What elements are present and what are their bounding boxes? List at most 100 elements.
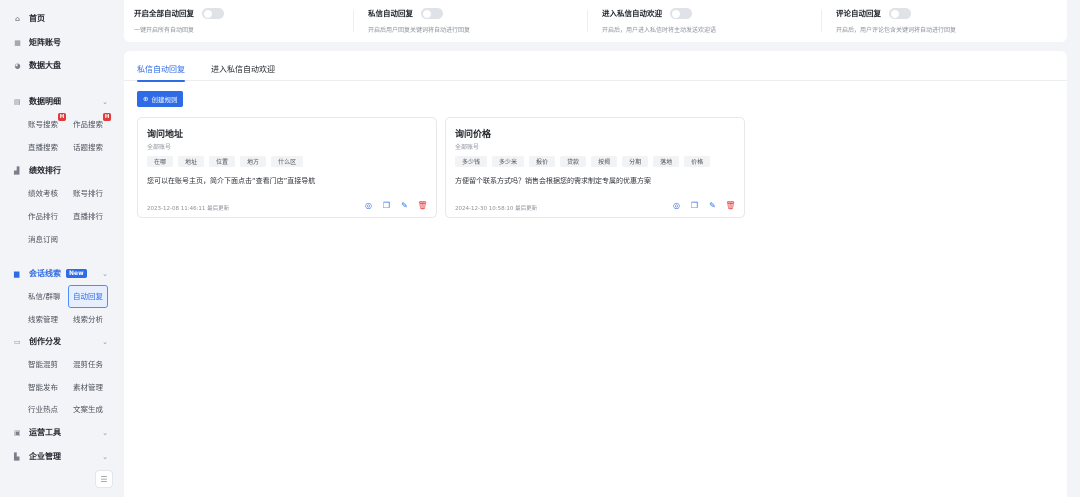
chevron-down-icon: ⌄ bbox=[102, 337, 108, 346]
divider bbox=[353, 10, 354, 32]
sidebar: ⌂ 首页 ▦ 矩阵账号 ◕ 数据大盘 ▤ 数据明细 ⌄ 账号搜索 H 作品搜索 … bbox=[0, 0, 118, 497]
view-icon[interactable]: ◎ bbox=[672, 201, 681, 210]
keyword-tag: 报价 bbox=[529, 156, 556, 167]
keyword-tag: 多少米 bbox=[492, 156, 525, 167]
edit-icon[interactable]: ✎ bbox=[708, 201, 717, 210]
sidebar-item-lead-management[interactable]: 线索管理 bbox=[28, 314, 58, 325]
chevron-down-icon: ⌄ bbox=[102, 452, 108, 461]
bar-chart-icon: ▟ bbox=[14, 166, 20, 175]
folder-icon: ▭ bbox=[14, 337, 21, 346]
setting-dm-auto-reply: 私信自动回复 开启后用户回复关键词将自动进行回复 bbox=[368, 8, 471, 34]
rule-reply-text: 方便留个联系方式吗？销售会根据您的需求制定专属的优惠方案 bbox=[455, 177, 651, 185]
sidebar-item-industry-trends[interactable]: 行业热点 bbox=[28, 404, 58, 415]
keyword-tag: 分期 bbox=[622, 156, 649, 167]
hot-badge: H bbox=[58, 113, 66, 121]
sidebar-item-work-rank[interactable]: 作品排行 bbox=[28, 211, 58, 222]
keyword-tag: 多少钱 bbox=[455, 156, 488, 167]
setting-comment-auto-reply: 评论自动回复 开启后，用户评论包含关键词将自动进行回复 bbox=[836, 8, 957, 34]
tab-dm-auto-reply[interactable]: 私信自动回复 bbox=[137, 64, 185, 82]
sidebar-item-account-rank[interactable]: 账号排行 bbox=[73, 188, 103, 199]
chat-icon: ▆ bbox=[14, 269, 20, 278]
rule-actions: ◎ ❐ ✎ 🗑 bbox=[672, 201, 736, 210]
sidebar-item-mix-tasks[interactable]: 混剪任务 bbox=[73, 359, 103, 370]
rule-reply-text: 您可以在账号主页，简介下面点击“查看门店”直接导航 bbox=[147, 177, 316, 185]
keyword-tag: 落地 bbox=[653, 156, 680, 167]
delete-icon[interactable]: 🗑 bbox=[725, 201, 735, 210]
grid-icon: ▦ bbox=[14, 38, 21, 47]
sidebar-item-live-search[interactable]: 直播搜索 bbox=[28, 142, 58, 153]
sidebar-item-subscription[interactable]: 消息订阅 bbox=[28, 234, 58, 245]
chevron-down-icon: ⌄ bbox=[102, 97, 108, 106]
rule-card-price: 询问价格 全部账号 多少钱 多少米 报价 贷款 按揭 分期 落地 价格 方便留个… bbox=[445, 117, 745, 218]
new-badge: New bbox=[66, 269, 87, 278]
setting-dm-welcome: 进入私信自动欢迎 开启后，用户进入私信时将主动发送欢迎语 bbox=[602, 8, 717, 34]
keyword-list: 多少钱 多少米 报价 贷款 按揭 分期 落地 价格 bbox=[455, 156, 711, 167]
sidebar-item-lead-analysis[interactable]: 线索分析 bbox=[73, 314, 103, 325]
rule-scope: 全部账号 bbox=[455, 144, 480, 151]
nav-matrix[interactable]: ▦ 矩阵账号 bbox=[14, 37, 61, 48]
rule-updated-time: 2024-12-30 10:58:10 最后更新 bbox=[455, 206, 538, 212]
group-performance[interactable]: ▟ 绩效排行 bbox=[14, 165, 110, 176]
rule-title: 询问价格 bbox=[455, 130, 492, 140]
rule-actions: ◎ ❐ ✎ 🗑 bbox=[364, 201, 428, 210]
keyword-tag: 按揭 bbox=[591, 156, 618, 167]
setting-all-auto-reply: 开启全部自动回复 一键开启所有自动回复 bbox=[134, 8, 224, 36]
plus-circle-icon: ⊕ bbox=[143, 95, 149, 103]
chevron-down-icon: ⌄ bbox=[102, 428, 108, 437]
sidebar-item-dm-group[interactable]: 私信/群聊 bbox=[28, 291, 61, 302]
sidebar-item-account-search[interactable]: 账号搜索 H bbox=[28, 113, 66, 130]
table-icon: ▤ bbox=[14, 97, 21, 106]
divider bbox=[821, 10, 822, 32]
sidebar-item-topic-search[interactable]: 话题搜索 bbox=[73, 142, 103, 153]
collapse-icon: ☰ bbox=[100, 474, 108, 484]
nav-dashboard[interactable]: ◕ 数据大盘 bbox=[14, 60, 61, 71]
keyword-list: 在哪 地址 位置 地方 什么区 bbox=[147, 156, 304, 167]
sidebar-item-copywriting[interactable]: 文案生成 bbox=[73, 404, 103, 415]
collapse-sidebar-button[interactable]: ☰ bbox=[95, 470, 113, 488]
sidebar-item-smart-publish[interactable]: 智能发布 bbox=[28, 382, 58, 393]
sidebar-item-assets[interactable]: 素材管理 bbox=[73, 382, 103, 393]
sidebar-item-auto-reply[interactable]: 自动回复 bbox=[68, 285, 108, 308]
keyword-tag: 什么区 bbox=[271, 156, 304, 167]
group-creation[interactable]: ▭ 创作分发 ⌄ bbox=[14, 336, 110, 347]
divider bbox=[587, 10, 588, 32]
auto-reply-settings-bar: 开启全部自动回复 一键开启所有自动回复 私信自动回复 开启后用户回复关键词将自动… bbox=[124, 0, 1067, 42]
main-panel: 私信自动回复 进入私信自动欢迎 ⊕ 创建规则 询问地址 全部账号 在哪 地址 位… bbox=[124, 51, 1067, 497]
tab-dm-welcome[interactable]: 进入私信自动欢迎 bbox=[211, 64, 275, 75]
rule-scope: 全部账号 bbox=[147, 144, 172, 151]
nav-home[interactable]: ⌂ 首页 bbox=[14, 13, 45, 24]
group-ops-tools[interactable]: ▣ 运营工具 ⌄ bbox=[14, 427, 110, 438]
keyword-tag: 价格 bbox=[684, 156, 711, 167]
building-icon: ▙ bbox=[14, 452, 20, 461]
sidebar-item-smart-mix[interactable]: 智能混剪 bbox=[28, 359, 58, 370]
toggle-dm-auto-reply[interactable] bbox=[421, 8, 443, 19]
group-data-detail[interactable]: ▤ 数据明细 ⌄ bbox=[14, 96, 110, 107]
delete-icon[interactable]: 🗑 bbox=[417, 201, 427, 210]
keyword-tag: 贷款 bbox=[560, 156, 587, 167]
toggle-dm-welcome[interactable] bbox=[670, 8, 692, 19]
group-leads[interactable]: ▆ 会话线索 New ⌄ bbox=[14, 268, 110, 279]
hot-badge: H bbox=[103, 113, 111, 121]
home-icon: ⌂ bbox=[14, 14, 20, 23]
copy-icon[interactable]: ❐ bbox=[690, 201, 699, 210]
group-enterprise[interactable]: ▙ 企业管理 ⌄ bbox=[14, 451, 110, 462]
create-rule-button[interactable]: ⊕ 创建规则 bbox=[137, 91, 184, 107]
toggle-all-auto-reply[interactable] bbox=[202, 8, 224, 19]
tab-bar: 私信自动回复 进入私信自动欢迎 bbox=[124, 51, 1067, 82]
view-icon[interactable]: ◎ bbox=[364, 201, 373, 210]
copy-icon[interactable]: ❐ bbox=[382, 201, 391, 210]
pie-chart-icon: ◕ bbox=[14, 61, 21, 70]
toggle-comment-auto-reply[interactable] bbox=[889, 8, 911, 19]
chevron-down-icon: ⌄ bbox=[102, 269, 108, 278]
keyword-tag: 在哪 bbox=[147, 156, 174, 167]
toolbox-icon: ▣ bbox=[14, 428, 21, 437]
edit-icon[interactable]: ✎ bbox=[400, 201, 409, 210]
sidebar-item-live-rank[interactable]: 直播排行 bbox=[73, 211, 103, 222]
sidebar-item-work-search[interactable]: 作品搜索 H bbox=[73, 113, 111, 130]
rule-title: 询问地址 bbox=[147, 130, 184, 140]
keyword-tag: 地址 bbox=[178, 156, 205, 167]
keyword-tag: 地方 bbox=[240, 156, 267, 167]
rule-card-address: 询问地址 全部账号 在哪 地址 位置 地方 什么区 您可以在账号主页，简介下面点… bbox=[137, 117, 437, 218]
rule-updated-time: 2023-12-08 11:46:11 最后更新 bbox=[147, 206, 230, 212]
sidebar-item-kpi[interactable]: 绩效考核 bbox=[28, 188, 58, 199]
